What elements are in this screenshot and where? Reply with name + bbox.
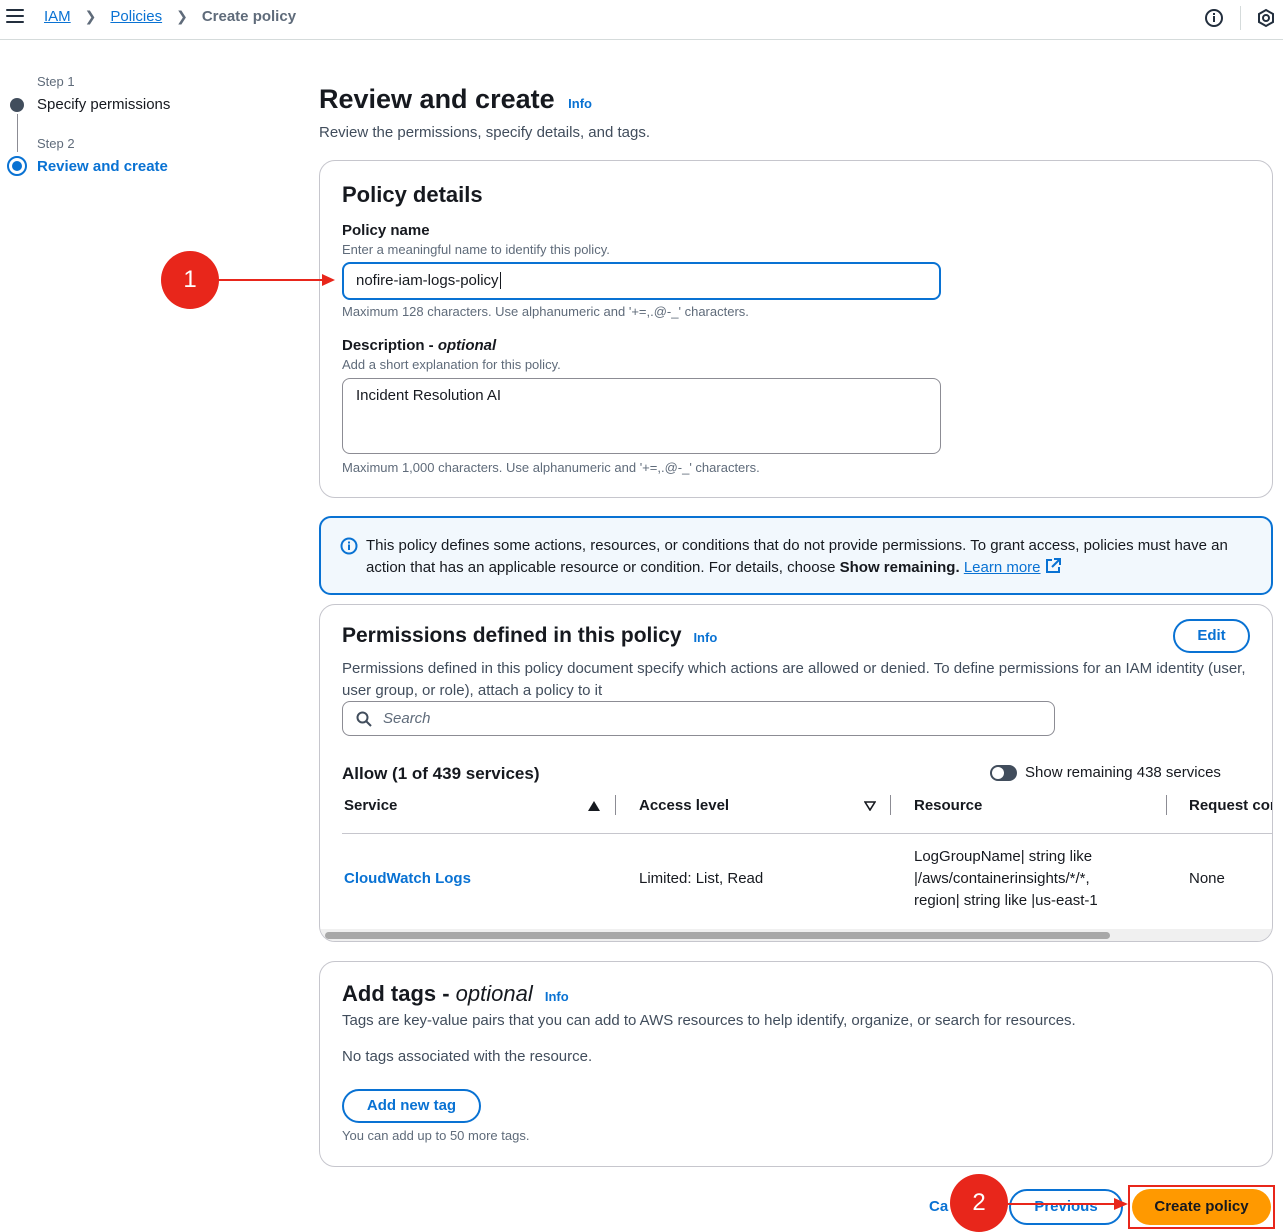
request-condition-cell: None xyxy=(1189,870,1225,887)
policy-name-input[interactable]: nofire-iam-logs-policy xyxy=(342,262,941,300)
permissions-heading: Permissions defined in this policy Info xyxy=(342,624,717,648)
info-circle-icon[interactable] xyxy=(1204,8,1224,28)
sort-descending-icon[interactable] xyxy=(864,801,876,811)
description-constraint: Maximum 1,000 characters. Use alphanumer… xyxy=(342,460,760,475)
column-header-resource[interactable]: Resource xyxy=(914,797,982,814)
permissions-search-input[interactable]: Search xyxy=(342,701,1055,736)
breadcrumb: IAM ❯ Policies ❯ Create policy xyxy=(44,8,296,25)
text-cursor xyxy=(499,272,501,289)
column-separator xyxy=(1166,795,1167,815)
policy-name-constraint: Maximum 128 characters. Use alphanumeric… xyxy=(342,304,749,319)
annotation-marker-1: 1 xyxy=(161,251,219,309)
settings-icon[interactable] xyxy=(1256,8,1276,28)
column-header-service[interactable]: Service xyxy=(344,797,397,814)
chevron-right-icon: ❯ xyxy=(176,8,188,24)
horizontal-scrollbar-thumb[interactable] xyxy=(325,932,1110,939)
annotation-marker-2: 2 xyxy=(950,1174,1008,1232)
sort-ascending-icon[interactable] xyxy=(588,801,600,811)
policy-details-heading: Policy details xyxy=(342,182,483,207)
alert-message: This policy defines some actions, resour… xyxy=(366,535,1246,579)
create-policy-button[interactable]: Create policy xyxy=(1132,1189,1271,1225)
toolbar-divider xyxy=(1240,6,1241,30)
page-title: Review and create Info xyxy=(319,84,592,115)
column-separator xyxy=(615,795,616,815)
learn-more-text: Learn more xyxy=(963,559,1041,576)
step-1-title[interactable]: Specify permissions xyxy=(37,96,170,113)
show-remaining-toggle[interactable] xyxy=(990,765,1017,781)
breadcrumb-current: Create policy xyxy=(201,8,297,25)
search-icon xyxy=(356,711,372,727)
step-2-indicator xyxy=(7,156,27,176)
tags-heading-optional: optional xyxy=(455,981,533,1006)
tags-heading-text: Add tags - xyxy=(342,981,456,1006)
description-label: Description - optional xyxy=(342,337,496,354)
access-level-cell: Limited: List, Read xyxy=(639,870,764,887)
step-1-indicator xyxy=(10,98,24,112)
edit-button[interactable]: Edit xyxy=(1173,619,1250,653)
permissions-description: Permissions defined in this policy docum… xyxy=(342,660,1246,699)
policy-name-value: nofire-iam-logs-policy xyxy=(356,272,499,289)
alert-bold-text: Show remaining. xyxy=(839,559,960,576)
resource-cell-line-2: |/aws/containerinsights/*/*, xyxy=(914,870,1090,887)
column-separator xyxy=(890,795,891,815)
annotation-arrow-1 xyxy=(218,274,335,286)
tags-empty-message: No tags associated with the resource. xyxy=(342,1048,593,1065)
step-1-label: Step 1 xyxy=(37,74,75,89)
annotation-arrow-2 xyxy=(1006,1198,1128,1210)
add-tags-card: Add tags - optional Info Tags are key-va… xyxy=(319,961,1273,1167)
add-new-tag-button[interactable]: Add new tag xyxy=(342,1089,481,1123)
menu-icon[interactable] xyxy=(6,9,24,25)
service-link-cloudwatch-logs[interactable]: CloudWatch Logs xyxy=(344,868,471,890)
cancel-button[interactable]: Ca xyxy=(929,1198,948,1215)
permissions-card: Permissions defined in this policy Info … xyxy=(319,604,1273,942)
allow-heading: Allow (1 of 439 services) xyxy=(342,764,540,783)
step-connector xyxy=(17,114,18,152)
learn-more-link[interactable]: Learn more xyxy=(964,559,1041,576)
info-alert: This policy defines some actions, resour… xyxy=(319,516,1273,595)
permissions-heading-text: Permissions defined in this policy xyxy=(342,624,682,647)
info-icon xyxy=(340,537,358,555)
breadcrumb-policies-link[interactable]: Policies xyxy=(110,8,162,25)
column-header-access-level[interactable]: Access level xyxy=(639,797,729,814)
description-hint: Add a short explanation for this policy. xyxy=(342,357,561,372)
description-label-text: Description - xyxy=(342,337,438,354)
tags-info-link[interactable]: Info xyxy=(545,989,569,1004)
horizontal-scrollbar-track[interactable] xyxy=(320,929,1272,941)
resource-cell-line-1: LogGroupName| string like xyxy=(914,848,1093,865)
step-2-title: Review and create xyxy=(37,158,168,175)
top-navigation-bar: IAM ❯ Policies ❯ Create policy xyxy=(0,0,1283,40)
description-value: Incident Resolution AI xyxy=(356,387,502,404)
description-optional: optional xyxy=(437,337,497,354)
chevron-right-icon: ❯ xyxy=(84,8,97,24)
table-header-divider xyxy=(342,833,1272,834)
external-link-icon[interactable] xyxy=(1045,558,1061,574)
description-textarea[interactable]: Incident Resolution AI xyxy=(342,378,941,454)
policy-name-label: Policy name xyxy=(342,222,430,239)
show-remaining-label: Show remaining 438 services xyxy=(1025,764,1221,781)
page-subtitle: Review the permissions, specify details,… xyxy=(319,124,650,141)
column-header-request-condition[interactable]: Request cor xyxy=(1189,797,1272,814)
page-title-text: Review and create xyxy=(319,84,555,114)
policy-name-hint: Enter a meaningful name to identify this… xyxy=(342,242,610,257)
tags-limit-hint: You can add up to 50 more tags. xyxy=(342,1128,530,1143)
step-2-label: Step 2 xyxy=(37,136,75,151)
tags-heading: Add tags - optional Info xyxy=(342,981,569,1007)
tags-description: Tags are key-value pairs that you can ad… xyxy=(342,1012,1076,1029)
policy-details-card: Policy details Policy name Enter a meani… xyxy=(319,160,1273,498)
alert-text: This policy defines some actions, resour… xyxy=(366,537,1228,576)
resource-cell-line-3: region| string like |us-east-1 xyxy=(914,892,1098,909)
page-info-link[interactable]: Info xyxy=(568,96,592,111)
search-placeholder: Search xyxy=(383,710,431,727)
breadcrumb-iam-link[interactable]: IAM xyxy=(44,8,71,25)
permissions-info-link[interactable]: Info xyxy=(693,630,717,645)
